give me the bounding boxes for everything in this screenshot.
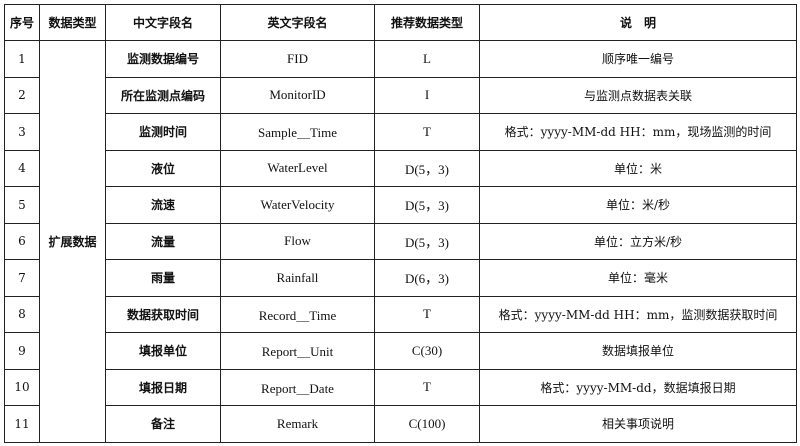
table-row: 9 填报单位 Report＿Unit C(30) 数据填报单位: [4, 332, 797, 370]
description: 数据填报单位: [479, 332, 797, 370]
cn-field-name: 数据获取时间: [105, 295, 221, 333]
row-number: 6: [4, 222, 40, 260]
header-recommended-type: 推荐数据类型: [374, 4, 480, 41]
header-description: 说 明: [479, 4, 797, 41]
description: 格式：yyyy-MM-dd HH：mm，监测数据获取时间: [479, 295, 797, 333]
recommended-type: D(5，3): [374, 186, 480, 224]
table-row: 8 数据获取时间 Record＿Time T 格式：yyyy-MM-dd HH：…: [4, 295, 797, 333]
table-row: 11 备注 Remark C(100) 相关事项说明: [4, 405, 797, 443]
cn-field-name: 流量: [105, 222, 221, 260]
recommended-type: D(6，3): [374, 259, 480, 297]
description: 相关事项说明: [479, 405, 797, 443]
table-row: 5 流速 WaterVelocity D(5，3) 单位：米/秒: [4, 186, 797, 224]
table-row: 7 雨量 Rainfall D(6，3) 单位：毫米: [4, 259, 797, 297]
recommended-type: D(5，3): [374, 149, 480, 187]
en-field-name: Rainfall: [220, 259, 375, 297]
row-number: 7: [4, 259, 40, 297]
cn-field-name: 液位: [105, 149, 221, 187]
description: 与监测点数据表关联: [479, 76, 797, 114]
recommended-type: D(5，3): [374, 222, 480, 260]
header-row: 序号 数据类型 中文字段名 英文字段名 推荐数据类型 说 明: [4, 4, 797, 41]
header-en-field: 英文字段名: [220, 4, 375, 41]
en-field-name: FID: [220, 40, 375, 78]
recommended-type: C(30): [374, 332, 480, 370]
row-number: 10: [4, 368, 40, 406]
cn-field-name: 所在监测点编码: [105, 76, 221, 114]
cn-field-name: 备注: [105, 405, 221, 443]
table-row: 10 填报日期 Report＿Date T 格式：yyyy-MM-dd，数据填报…: [4, 368, 797, 406]
cn-field-name: 监测数据编号: [105, 40, 221, 78]
table-row: 3 监测时间 Sample＿Time T 格式：yyyy-MM-dd HH：mm…: [4, 113, 797, 151]
recommended-type: T: [374, 113, 480, 151]
row-number: 5: [4, 186, 40, 224]
en-field-name: Report＿Unit: [220, 332, 375, 370]
header-no: 序号: [4, 4, 40, 41]
row-number: 2: [4, 76, 40, 114]
table-row: 4 液位 WaterLevel D(5，3) 单位：米: [4, 149, 797, 187]
description: 格式：yyyy-MM-dd，数据填报日期: [479, 368, 797, 406]
table-row: 6 流量 Flow D(5，3) 单位：立方米/秒: [4, 222, 797, 260]
field-spec-table: 序号 数据类型 中文字段名 英文字段名 推荐数据类型 说 明 1 扩展数据 监测…: [4, 4, 797, 443]
recommended-type: T: [374, 295, 480, 333]
table-row: 2 所在监测点编码 MonitorID I 与监测点数据表关联: [4, 76, 797, 114]
description: 顺序唯一编号: [479, 40, 797, 78]
description: 单位：米/秒: [479, 186, 797, 224]
en-field-name: Record＿Time: [220, 295, 375, 333]
recommended-type: I: [374, 76, 480, 114]
category-cell: 扩展数据: [39, 40, 106, 443]
en-field-name: Flow: [220, 222, 375, 260]
description: 单位：立方米/秒: [479, 222, 797, 260]
en-field-name: Report＿Date: [220, 368, 375, 406]
row-number: 3: [4, 113, 40, 151]
en-field-name: Sample＿Time: [220, 113, 375, 151]
cn-field-name: 流速: [105, 186, 221, 224]
recommended-type: L: [374, 40, 480, 78]
header-data-type: 数据类型: [39, 4, 106, 41]
recommended-type: T: [374, 368, 480, 406]
description: 格式：yyyy-MM-dd HH：mm，现场监测的时间: [479, 113, 797, 151]
en-field-name: Remark: [220, 405, 375, 443]
description: 单位：毫米: [479, 259, 797, 297]
en-field-name: WaterLevel: [220, 149, 375, 187]
cn-field-name: 监测时间: [105, 113, 221, 151]
row-number: 11: [4, 405, 40, 443]
en-field-name: MonitorID: [220, 76, 375, 114]
cn-field-name: 雨量: [105, 259, 221, 297]
cn-field-name: 填报单位: [105, 332, 221, 370]
recommended-type: C(100): [374, 405, 480, 443]
en-field-name: WaterVelocity: [220, 186, 375, 224]
description: 单位：米: [479, 149, 797, 187]
row-number: 9: [4, 332, 40, 370]
row-number: 8: [4, 295, 40, 333]
table-row: 1 扩展数据 监测数据编号 FID L 顺序唯一编号: [4, 40, 797, 443]
cn-field-name: 填报日期: [105, 368, 221, 406]
row-number: 1: [4, 40, 40, 78]
header-cn-field: 中文字段名: [105, 4, 221, 41]
row-number: 4: [4, 149, 40, 187]
